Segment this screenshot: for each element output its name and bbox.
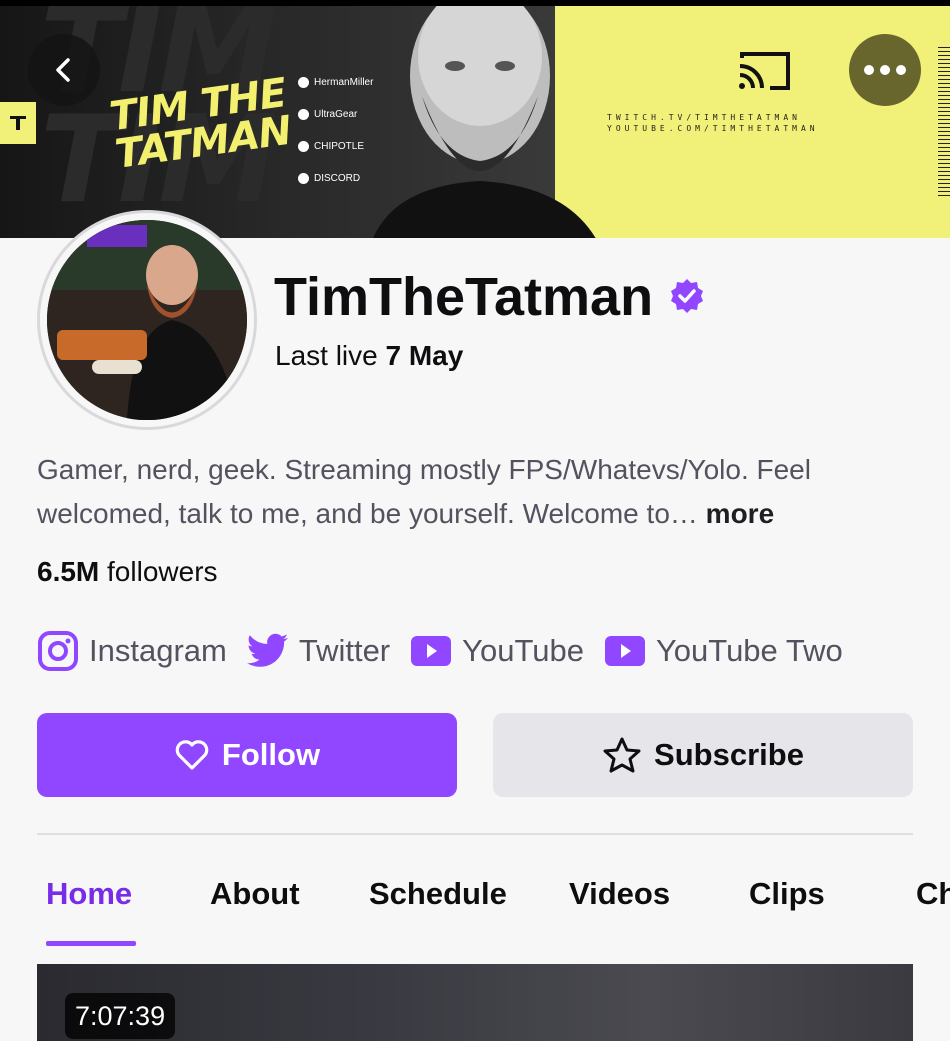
social-links: Instagram Twitter YouTube YouTube Two bbox=[37, 630, 863, 672]
tab-schedule[interactable]: Schedule bbox=[369, 876, 507, 912]
chevron-left-icon bbox=[56, 58, 70, 82]
sponsor-item: CHIPOTLE bbox=[298, 130, 373, 162]
social-link-youtube[interactable]: YouTube bbox=[410, 633, 584, 669]
sponsor-item: UltraGear bbox=[298, 98, 373, 130]
last-live-text: Last live 7 May bbox=[275, 340, 463, 372]
tab-chat[interactable]: Ch bbox=[916, 876, 950, 912]
sponsor-item: HermanMiller bbox=[298, 66, 373, 98]
verified-badge-icon bbox=[671, 279, 703, 313]
channel-bio: Gamer, nerd, geek. Streaming mostly FPS/… bbox=[37, 448, 913, 536]
section-divider bbox=[37, 833, 913, 835]
channel-banner: TIM TIM TIM THE TATMAN HermanMiller Ultra… bbox=[0, 6, 950, 238]
avatar[interactable] bbox=[47, 220, 247, 420]
more-options-button[interactable] bbox=[849, 34, 921, 106]
active-tab-indicator bbox=[46, 941, 136, 946]
followers-label: followers bbox=[107, 556, 218, 587]
back-button[interactable] bbox=[28, 34, 100, 106]
instagram-icon bbox=[38, 631, 78, 671]
youtube-icon bbox=[604, 636, 645, 666]
subscribe-button[interactable]: Subscribe bbox=[493, 713, 913, 797]
social-link-instagram[interactable]: Instagram bbox=[37, 630, 227, 672]
sponsor-item: DISCORD bbox=[298, 162, 373, 194]
video-duration-badge: 7:07:39 bbox=[65, 993, 176, 1039]
youtube-icon bbox=[411, 636, 452, 666]
twitter-icon bbox=[246, 633, 288, 667]
banner-sponsors: HermanMiller UltraGear CHIPOTLE DISCORD bbox=[298, 66, 373, 194]
follow-label: Follow bbox=[221, 737, 321, 772]
social-label: Instagram bbox=[89, 633, 227, 668]
tab-home[interactable]: Home bbox=[46, 876, 132, 912]
cast-icon[interactable] bbox=[736, 48, 792, 94]
followers-number: 6.5M bbox=[37, 556, 100, 587]
tab-videos[interactable]: Videos bbox=[569, 876, 670, 912]
social-label: YouTube bbox=[462, 633, 584, 668]
subscribe-label: Subscribe bbox=[654, 737, 804, 772]
banner-urls: TWITCH.TV/TIMTHETATMAN YOUTUBE.COM/TIMTH… bbox=[607, 113, 819, 133]
social-link-twitter[interactable]: Twitter bbox=[246, 632, 391, 670]
banner-barcode bbox=[938, 46, 950, 196]
channel-name: TimTheTatman bbox=[274, 267, 654, 327]
social-link-youtube-two[interactable]: YouTube Two bbox=[604, 633, 843, 669]
tab-clips[interactable]: Clips bbox=[749, 876, 825, 912]
banner-badge-icon bbox=[0, 102, 36, 144]
bio-more-link[interactable]: more bbox=[706, 498, 774, 529]
last-live-date: 7 May bbox=[385, 340, 464, 371]
more-dots-icon bbox=[864, 65, 906, 75]
followers-count: 6.5M followers bbox=[37, 556, 218, 588]
last-live-prefix: Last live bbox=[275, 340, 378, 371]
social-label: YouTube Two bbox=[655, 633, 843, 668]
star-icon bbox=[603, 737, 641, 773]
follow-button[interactable]: Follow bbox=[37, 713, 457, 797]
tab-about[interactable]: About bbox=[210, 876, 300, 912]
social-label: Twitter bbox=[298, 633, 391, 668]
channel-tabs: Home About Schedule Videos Clips Ch bbox=[0, 870, 950, 930]
heart-icon bbox=[175, 740, 209, 770]
bio-text: Gamer, nerd, geek. Streaming mostly FPS/… bbox=[37, 454, 811, 529]
banner-portrait bbox=[373, 6, 596, 238]
